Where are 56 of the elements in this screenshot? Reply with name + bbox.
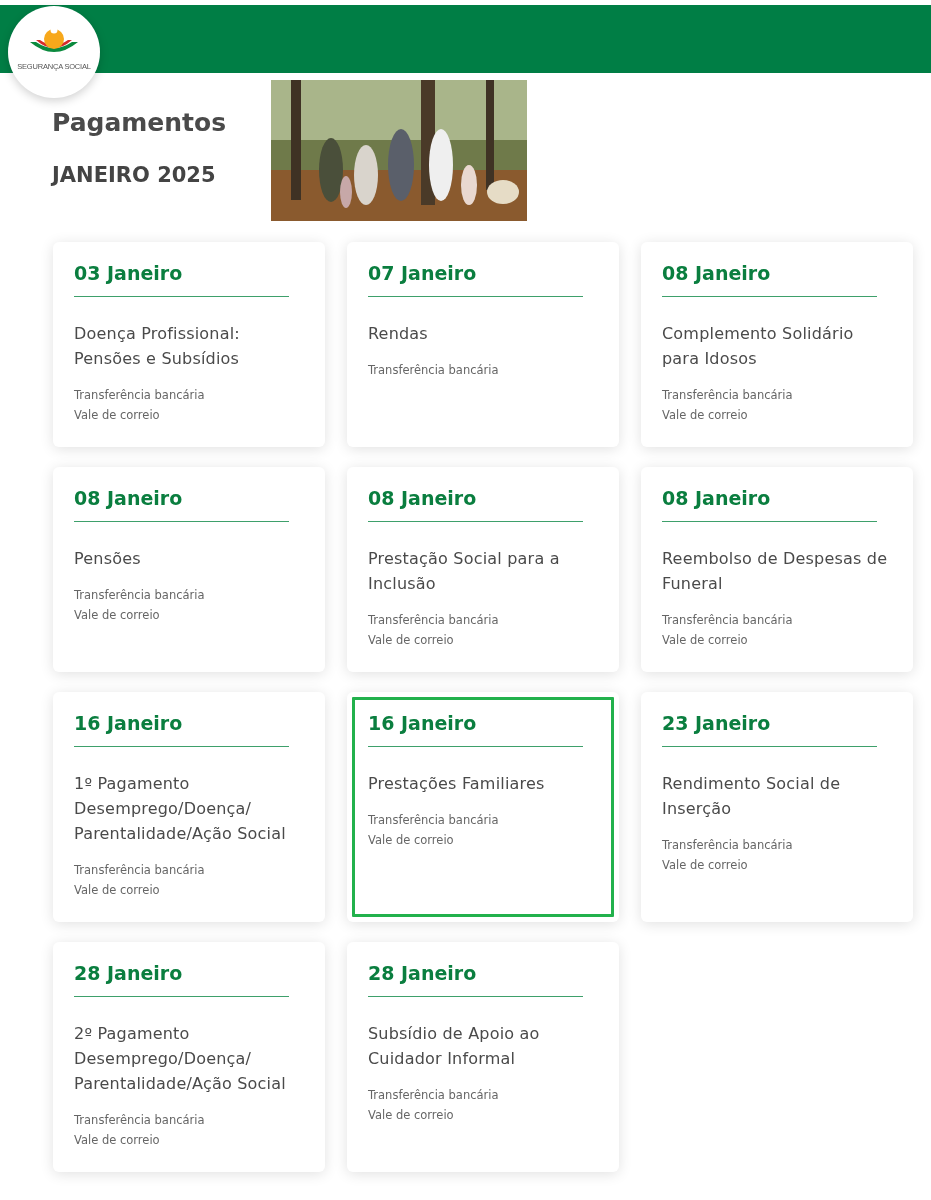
payment-method: Vale de correio bbox=[662, 407, 749, 424]
payment-card[interactable]: 03 Janeiro Doença Profissional: Pensões e Subsídios Transferência bancária Vale de correio bbox=[53, 242, 325, 447]
payment-title: 2º Pagamento Desemprego/Doença/ Parentalidade/Ação Social bbox=[74, 1023, 287, 1095]
payment-method: Vale de correio bbox=[368, 1107, 455, 1124]
payment-date: 08 Janeiro bbox=[74, 487, 289, 522]
payment-date: 28 Janeiro bbox=[74, 962, 289, 997]
payment-method: Transferência bancária bbox=[662, 612, 794, 629]
payment-date: 28 Janeiro bbox=[368, 962, 583, 997]
payment-date: 16 Janeiro bbox=[74, 712, 289, 747]
payment-method: Vale de correio bbox=[368, 632, 455, 649]
payment-method: Transferência bancária bbox=[74, 1112, 206, 1129]
payment-method: Transferência bancária bbox=[662, 387, 794, 404]
payment-method: Vale de correio bbox=[662, 632, 749, 649]
payment-title: Prestação Social para a Inclusão bbox=[368, 548, 561, 595]
payment-card[interactable]: 07 Janeiro Rendas Transferência bancária bbox=[347, 242, 619, 447]
payment-title: Prestações Familiares bbox=[368, 773, 546, 795]
payment-date: 16 Janeiro bbox=[368, 712, 583, 747]
payment-method: Transferência bancária bbox=[74, 387, 206, 404]
payment-date: 03 Janeiro bbox=[74, 262, 289, 297]
payment-card[interactable]: 23 Janeiro Rendimento Social de Inserção Transferência bancária Vale de correio bbox=[641, 692, 913, 922]
payment-method: Vale de correio bbox=[74, 882, 161, 899]
payment-card[interactable]: 08 Janeiro Pensões Transferência bancária Vale de correio bbox=[53, 467, 325, 672]
payment-method: Transferência bancária bbox=[662, 837, 794, 854]
payment-method: Transferência bancária bbox=[368, 362, 500, 379]
payment-method: Vale de correio bbox=[74, 407, 161, 424]
payment-card[interactable]: 16 Janeiro 1º Pagamento Desemprego/Doença/ Parentalidade/Ação Social Transferência bancária Vale de correio bbox=[53, 692, 325, 922]
payment-card[interactable]: 28 Janeiro 2º Pagamento Desemprego/Doença/ Parentalidade/Ação Social Transferência bancária Vale de correio bbox=[53, 942, 325, 1172]
payment-date: 08 Janeiro bbox=[662, 487, 877, 522]
page-title: Pagamentos bbox=[52, 108, 228, 137]
payment-card[interactable]: 28 Janeiro Subsídio de Apoio ao Cuidador Informal Transferência bancária Vale de correio bbox=[347, 942, 619, 1172]
payment-card[interactable]: 16 Janeiro Prestações Familiares Transferência bancária Vale de correio bbox=[347, 692, 619, 922]
payment-method: Vale de correio bbox=[74, 607, 161, 624]
payment-date: 07 Janeiro bbox=[368, 262, 583, 297]
payment-title: Doença Profissional: Pensões e Subsídios bbox=[74, 323, 241, 370]
payment-date: 08 Janeiro bbox=[368, 487, 583, 522]
payment-method: Transferência bancária bbox=[368, 812, 500, 829]
payment-date: 08 Janeiro bbox=[662, 262, 877, 297]
payment-title: Pensões bbox=[74, 548, 142, 570]
payment-title: Complemento Solidário para Idosos bbox=[662, 323, 855, 370]
payment-method: Vale de correio bbox=[662, 857, 749, 874]
payment-title: Subsídio de Apoio ao Cuidador Informal bbox=[368, 1023, 541, 1070]
payment-card[interactable]: 08 Janeiro Complemento Solidário para Idosos Transferência bancária Vale de correio bbox=[641, 242, 913, 447]
month-heading: JANEIRO 2025 bbox=[52, 163, 217, 187]
payment-title: Rendimento Social de Inserção bbox=[662, 773, 842, 820]
payment-method: Transferência bancária bbox=[368, 1087, 500, 1104]
payment-method: Transferência bancária bbox=[74, 862, 206, 879]
payment-method: Vale de correio bbox=[74, 1132, 161, 1149]
payment-card[interactable]: 08 Janeiro Prestação Social para a Inclusão Transferência bancária Vale de correio bbox=[347, 467, 619, 672]
payment-card[interactable]: 08 Janeiro Reembolso de Despesas de Funeral Transferência bancária Vale de correio bbox=[641, 467, 913, 672]
payment-method: Transferência bancária bbox=[74, 587, 206, 604]
payment-title: 1º Pagamento Desemprego/Doença/ Parentalidade/Ação Social bbox=[74, 773, 287, 845]
payment-date: 23 Janeiro bbox=[662, 712, 877, 747]
payment-title: Rendas bbox=[368, 323, 429, 345]
payment-method: Vale de correio bbox=[368, 832, 455, 849]
payment-title: Reembolso de Despesas de Funeral bbox=[662, 548, 889, 595]
payment-method: Transferência bancária bbox=[368, 612, 500, 629]
